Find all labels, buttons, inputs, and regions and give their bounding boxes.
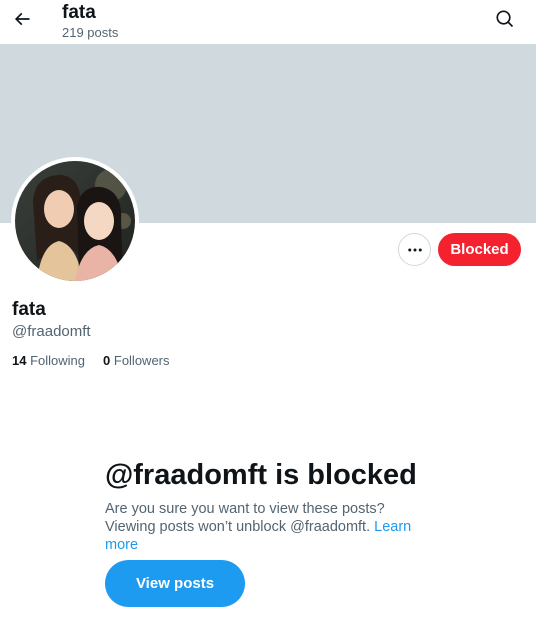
blocked-description: Are you sure you want to view these post… [105,500,435,554]
profile-header: fata 219 posts [0,0,536,44]
profile-handle: @fraadomft [12,323,91,340]
following-link[interactable]: 14 Following [12,352,85,370]
followers-link[interactable]: 0 Followers [103,352,169,370]
search-icon [496,10,514,28]
follow-stats: 14 Following 0 Followers [12,352,170,370]
avatar[interactable] [11,157,139,285]
profile-name: fata [12,299,46,320]
followers-count: 0 [103,353,111,368]
following-label: Following [30,353,86,368]
back-button[interactable] [6,3,38,35]
more-options-button[interactable] [398,233,431,266]
blocked-description-text: Are you sure you want to view these post… [105,501,385,535]
following-count: 14 [12,353,27,368]
search-button[interactable] [489,3,521,35]
post-count: 219 posts [62,25,119,40]
view-posts-button[interactable]: View posts [105,560,245,607]
avatar-photo [15,161,135,281]
blocked-button[interactable]: Blocked [438,233,521,266]
followers-label: Followers [113,353,170,368]
header-title: fata [62,2,96,23]
arrow-left-icon [14,12,30,26]
blocked-title: @fraadomft is blocked [105,459,417,491]
more-horizontal-icon [407,248,422,251]
